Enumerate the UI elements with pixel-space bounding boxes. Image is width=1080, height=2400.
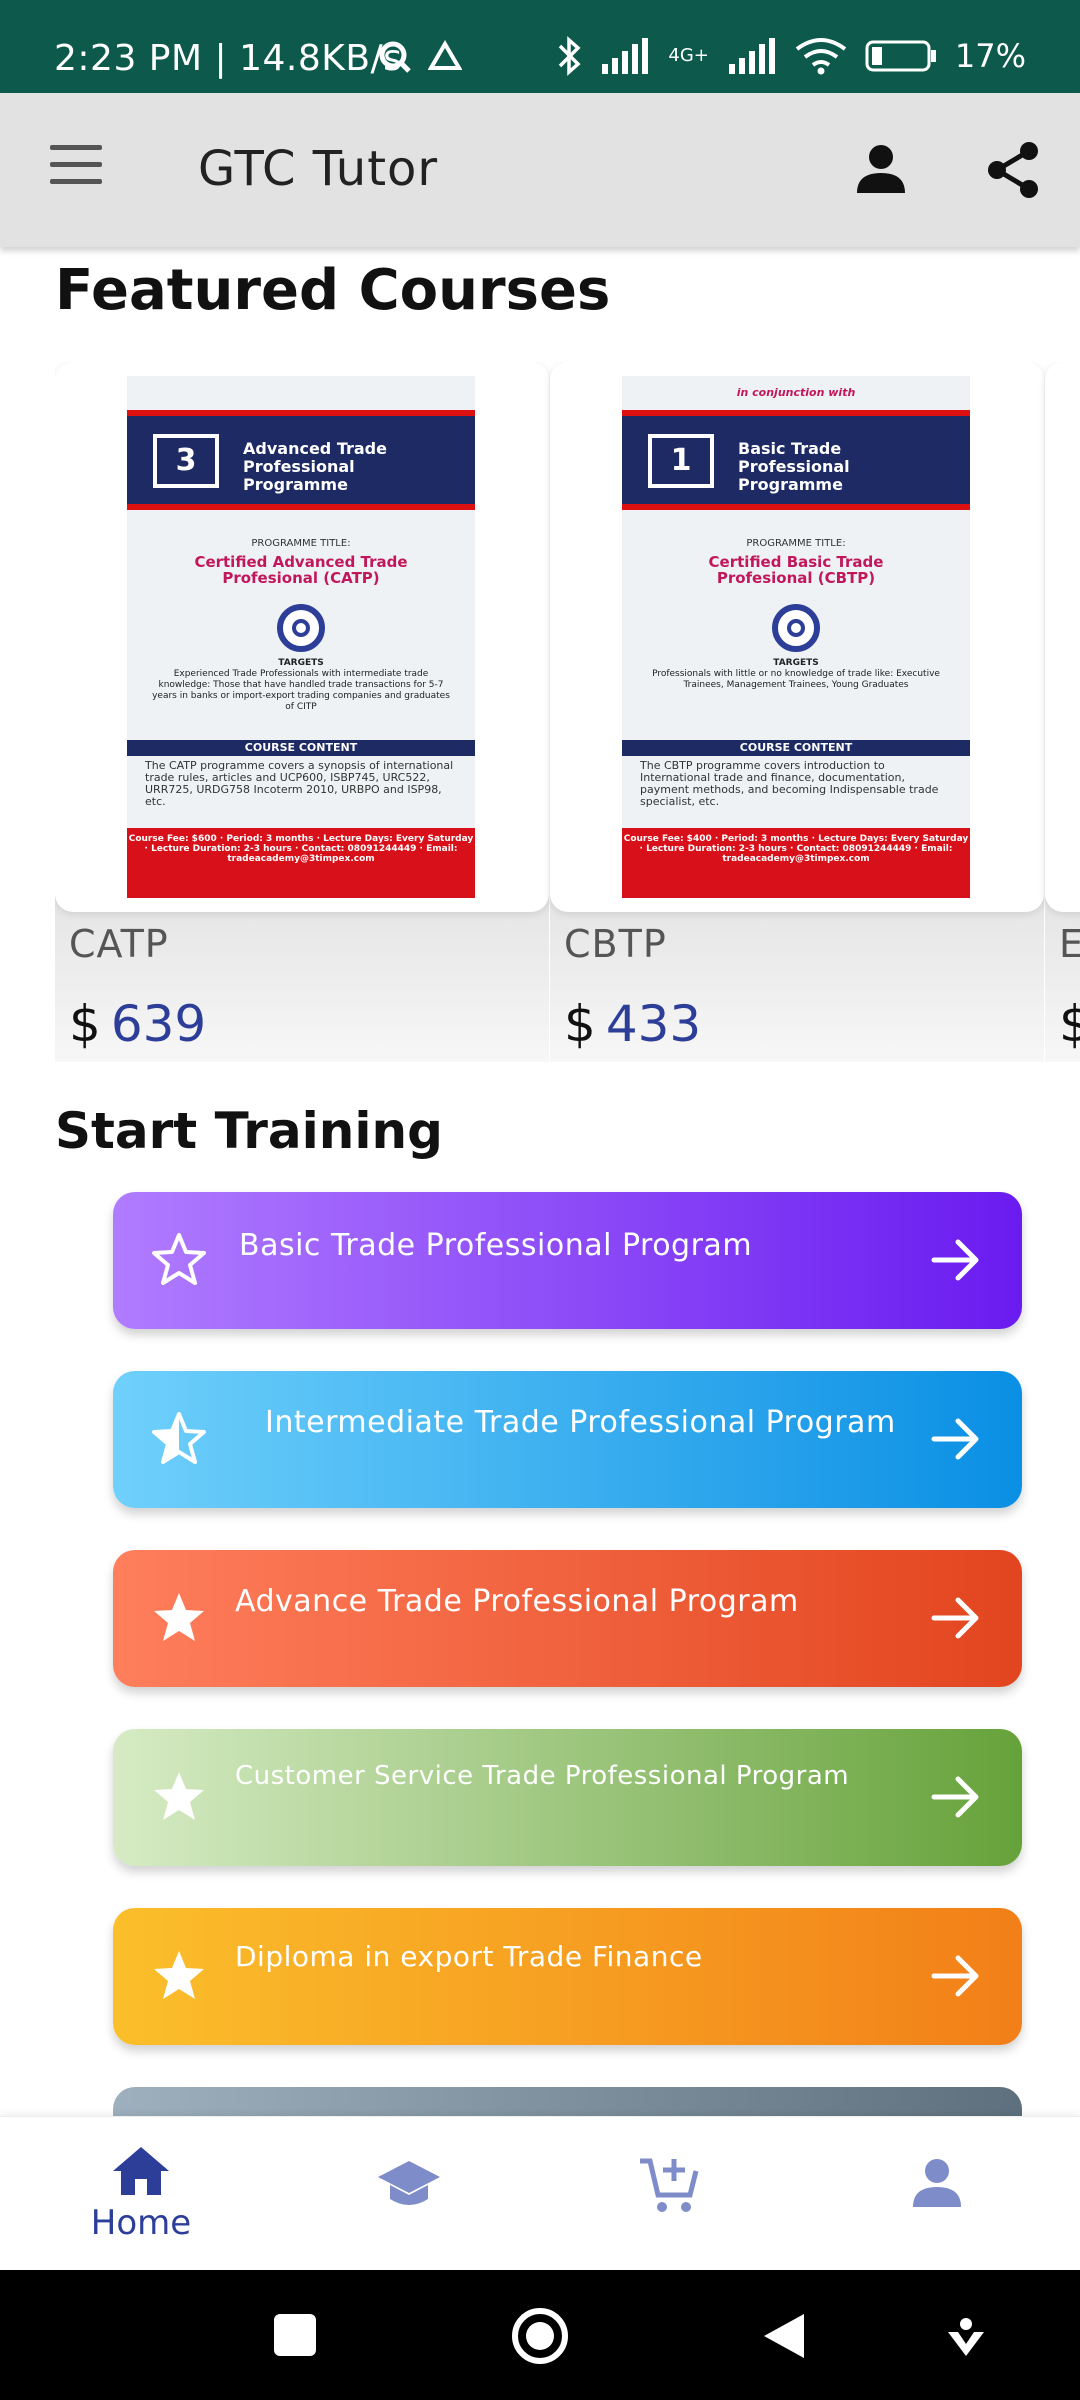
signal-2-icon (728, 38, 775, 74)
bottom-navigation: Home (0, 2116, 1080, 2270)
nav-home[interactable]: Home (71, 2145, 211, 2243)
back-button[interactable] (760, 2310, 808, 2362)
arrow-right-icon (931, 1597, 979, 1639)
recent-apps-button[interactable] (274, 2314, 316, 2356)
home-system-button[interactable] (512, 2308, 568, 2364)
program-button-customer-service[interactable]: Customer Service Trade Professional Prog… (113, 1729, 1022, 1866)
target-icon (277, 604, 325, 652)
target-icon (772, 604, 820, 652)
drive-status-icon (427, 40, 463, 78)
arrow-right-icon (931, 1776, 979, 1818)
star-filled-icon (154, 1772, 204, 1820)
network-type: 4G+ (668, 45, 709, 66)
featured-courses-carousel[interactable]: 3 Advanced Trade Professional Programme … (55, 362, 1080, 1062)
arrow-right-icon (931, 1418, 979, 1460)
nav-home-label: Home (90, 2203, 192, 2243)
assistant-button[interactable] (946, 2314, 986, 2358)
program-label: Customer Service Trade Professional Prog… (235, 1761, 850, 1791)
course-poster-cbtp: in conjunction with 1 Basic Trade Profes… (550, 362, 1044, 912)
battery-icon (865, 40, 936, 72)
nav-courses[interactable] (339, 2157, 479, 2215)
program-button-diploma[interactable]: Diploma in export Trade Finance (113, 1908, 1022, 2045)
course-name: CBTP (564, 922, 667, 966)
program-button-intermediate[interactable]: Intermediate Trade Professional Program (113, 1371, 1022, 1508)
star-outline-icon (152, 1233, 206, 1285)
share-button[interactable] (985, 141, 1041, 203)
arrow-right-icon (931, 1239, 979, 1281)
program-label: Intermediate Trade Professional Program (265, 1405, 896, 1440)
star-filled-icon (154, 1593, 204, 1641)
star-filled-icon (154, 1951, 204, 1999)
course-card-cbtp[interactable]: in conjunction with 1 Basic Trade Profes… (550, 362, 1044, 1062)
menu-button[interactable] (50, 145, 102, 185)
app-title: GTC Tutor (198, 141, 439, 197)
course-poster-catp: 3 Advanced Trade Professional Programme … (55, 362, 549, 912)
signal-icon (602, 38, 649, 74)
program-button-basic[interactable]: Basic Trade Professional Program (113, 1192, 1022, 1329)
battery-level: 17% (954, 37, 1026, 75)
school-icon (378, 2161, 440, 2205)
program-label: Basic Trade Professional Program (239, 1228, 753, 1263)
start-training-heading: Start Training (55, 1102, 443, 1160)
course-price: $ (1059, 995, 1080, 1053)
status-bar: 2:23 PM | 14.8KB/s 4G+ 17% (0, 0, 1080, 93)
status-time: 2:23 PM | 14.8KB/s (54, 38, 403, 79)
course-name: E (1059, 922, 1080, 966)
program-label: Advance Trade Professional Program (235, 1584, 799, 1619)
course-card-partial[interactable]: E $ (1045, 362, 1080, 1062)
home-icon (113, 2147, 169, 2195)
course-price: $433 (564, 995, 702, 1053)
system-navigation-bar (0, 2270, 1080, 2400)
app-bar: GTC Tutor (0, 93, 1080, 247)
program-label: Diploma in export Trade Finance (235, 1940, 703, 1973)
program-button-advance[interactable]: Advance Trade Professional Program (113, 1550, 1022, 1687)
bluetooth-icon (559, 36, 581, 76)
wifi-icon (795, 38, 847, 75)
course-price: $639 (69, 995, 207, 1053)
nav-profile[interactable] (867, 2157, 1007, 2213)
nav-cart[interactable] (600, 2155, 740, 2219)
featured-courses-heading: Featured Courses (55, 258, 611, 323)
course-name: CATP (69, 922, 169, 966)
course-card-catp[interactable]: 3 Advanced Trade Professional Programme … (55, 362, 549, 1062)
share-icon (988, 142, 1038, 198)
profile-button[interactable] (855, 143, 907, 199)
person-icon (857, 145, 905, 193)
arrow-right-icon (931, 1955, 979, 1997)
person-icon (913, 2159, 961, 2207)
star-half-icon (152, 1412, 206, 1464)
cart-add-icon (640, 2158, 699, 2212)
search-status-icon (378, 40, 412, 78)
